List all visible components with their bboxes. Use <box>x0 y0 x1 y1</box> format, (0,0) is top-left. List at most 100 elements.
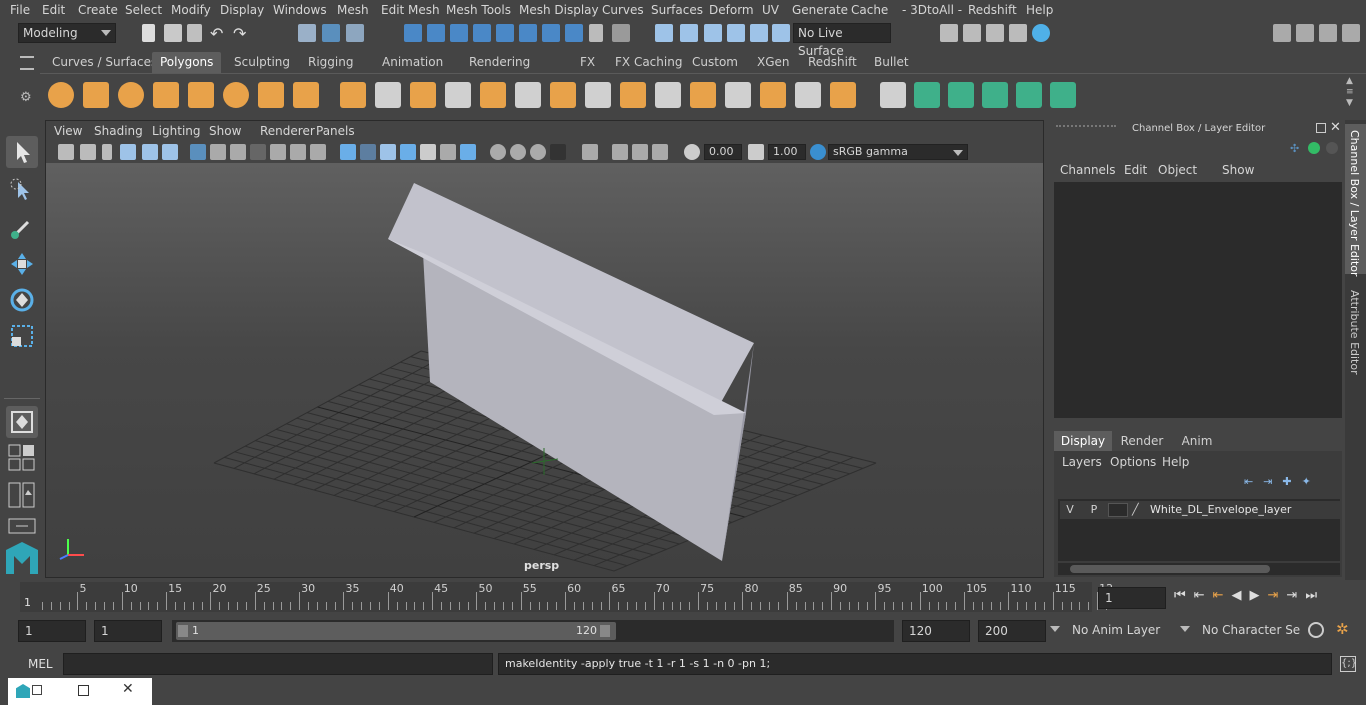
shelf-tab-sculpting[interactable]: Sculpting <box>226 52 298 73</box>
xray-icon[interactable] <box>420 144 436 160</box>
multi-cut-icon[interactable] <box>690 82 716 108</box>
snap-grid-icon[interactable] <box>404 24 422 42</box>
gamma-field[interactable]: 1.00 <box>768 144 806 160</box>
snap-to-point-icon[interactable] <box>704 24 722 42</box>
resolution-gate-icon[interactable] <box>230 144 246 160</box>
rotate-tool-icon[interactable] <box>6 284 38 316</box>
depth-of-field-icon[interactable] <box>550 144 566 160</box>
shelf-tab-fx-caching[interactable]: FX Caching <box>607 52 690 73</box>
anim-start-field[interactable]: 1 <box>18 620 86 642</box>
3d-viewport[interactable]: persp <box>46 163 1043 577</box>
viewport-menu-view[interactable]: View <box>54 124 82 138</box>
shelf-tab-fx[interactable]: FX <box>572 52 603 73</box>
redo-icon[interactable]: ↷ <box>233 24 251 43</box>
separate-icon[interactable] <box>375 82 401 108</box>
modeling-toolkit-icon[interactable] <box>1273 24 1291 42</box>
shelf-scroll-icon[interactable]: ▲ ≡ ▼ <box>1346 76 1358 112</box>
status-dot-icon[interactable] <box>1308 142 1320 154</box>
menu-item-select[interactable]: Select <box>125 3 162 17</box>
character-set-dropdown[interactable]: No Character Set <box>1196 620 1300 642</box>
shelf-tab-redshift[interactable]: Redshift <box>800 52 865 73</box>
layer-name[interactable]: White_DL_Envelope_layer <box>1150 501 1291 519</box>
select-component-icon[interactable] <box>346 24 364 42</box>
layer-tab-display[interactable]: Display <box>1054 431 1112 451</box>
playback-end-field[interactable]: 120 <box>902 620 970 642</box>
menu-item-modify[interactable]: Modify <box>171 3 211 17</box>
single-pane-layout-icon[interactable] <box>8 444 36 472</box>
append-icon[interactable] <box>655 82 681 108</box>
ambient-occlusion-icon[interactable] <box>490 144 506 160</box>
gear-icon[interactable]: ⚙ <box>20 90 34 105</box>
step-key-forward-icon[interactable]: ⇥ <box>1268 588 1287 603</box>
go-to-end-icon[interactable]: ⏭ <box>1305 588 1325 603</box>
bevel-icon[interactable] <box>620 82 646 108</box>
wireframe-on-shaded-icon[interactable] <box>380 144 396 160</box>
layer-tab-anim[interactable]: Anim <box>1172 431 1222 451</box>
step-back-icon[interactable]: ⇤ <box>1194 588 1213 603</box>
shelf-tab-xgen[interactable]: XGen <box>749 52 798 73</box>
live-surface-field[interactable]: No Live Surface <box>793 23 891 58</box>
hypershade-icon[interactable] <box>1032 24 1050 42</box>
menu-item-mesh-display[interactable]: Mesh Display <box>519 3 599 17</box>
offset-loop-icon[interactable] <box>880 82 906 108</box>
viewport-menu-renderer[interactable]: Renderer <box>260 124 315 138</box>
channel-box-toggle-icon[interactable] <box>1342 24 1360 42</box>
camera-lock-icon[interactable] <box>80 144 96 160</box>
scale-tool-icon[interactable] <box>6 320 38 352</box>
anim-end-field[interactable]: 200 <box>978 620 1046 642</box>
range-slider[interactable]: 1 120 <box>172 620 894 642</box>
menu-item-mesh[interactable]: Mesh <box>337 3 369 17</box>
menu-item-help[interactable]: Help <box>1026 3 1053 17</box>
safe-title-icon[interactable] <box>310 144 326 160</box>
playback-start-field[interactable]: 1 <box>94 620 162 642</box>
select-object-icon[interactable] <box>322 24 340 42</box>
play-forward-icon[interactable]: ▶ <box>1250 588 1268 603</box>
viewport-menu-shading[interactable]: Shading <box>94 124 143 138</box>
range-max-grip[interactable] <box>600 625 610 637</box>
extract-icon[interactable] <box>410 82 436 108</box>
ipr-render-icon[interactable] <box>986 24 1004 42</box>
menu-item-display[interactable]: Display <box>220 3 264 17</box>
menu-item-edit-mesh[interactable]: Edit Mesh <box>381 3 440 17</box>
motion-blur-icon[interactable] <box>510 144 526 160</box>
auto-key-icon[interactable] <box>1308 622 1324 638</box>
shelf-tab-animation[interactable]: Animation <box>374 52 451 73</box>
viewport-menu-show[interactable]: Show <box>209 124 241 138</box>
snap-curve-icon[interactable] <box>427 24 445 42</box>
field-chart-icon[interactable] <box>270 144 286 160</box>
plane-icon[interactable] <box>188 82 214 108</box>
circularize-icon[interactable] <box>948 82 974 108</box>
side-tab-attribute-editor[interactable]: Attribute Editor <box>1345 284 1366 384</box>
select-tool-icon[interactable] <box>6 136 38 168</box>
time-slider[interactable]: 1 5 10 15 20 25 30 35 40 45 50 55 60 65 70 75 80 85 90 95 1… <box>0 580 1366 616</box>
snap-surface-icon[interactable] <box>496 24 514 42</box>
shelf-menu-icon[interactable] <box>20 56 34 70</box>
step-key-back-icon[interactable]: ⇤ <box>1213 588 1232 603</box>
boolean-icon[interactable] <box>480 82 506 108</box>
channel-menu-edit[interactable]: Edit <box>1124 163 1147 177</box>
menu-item-mesh-tools[interactable]: Mesh Tools <box>446 3 511 17</box>
anim-layer-dropdown[interactable]: No Anim Layer <box>1066 620 1176 642</box>
exposure-icon[interactable] <box>684 144 700 160</box>
xray-active-icon[interactable] <box>632 144 648 160</box>
shelf-tab-polygons[interactable]: Polygons <box>152 52 222 73</box>
bookmark-icon[interactable] <box>102 144 112 160</box>
cube-icon[interactable] <box>83 82 109 108</box>
insert-loop-icon[interactable] <box>830 82 856 108</box>
anti-aliasing-icon[interactable] <box>530 144 546 160</box>
layer-menu-layers[interactable]: Layers <box>1062 455 1102 469</box>
viewport-menu-panels[interactable]: Panels <box>316 124 355 138</box>
layer-tab-render[interactable]: Render <box>1114 431 1170 451</box>
2d-pan-zoom-icon[interactable] <box>142 144 158 160</box>
render-view-icon[interactable] <box>963 24 981 42</box>
range-min-grip[interactable] <box>178 625 188 637</box>
snap-view-icon[interactable] <box>473 24 491 42</box>
pyramid-icon[interactable] <box>258 82 284 108</box>
torus-icon[interactable] <box>223 82 249 108</box>
play-back-icon[interactable]: ◀ <box>1232 588 1250 603</box>
snap-together-icon[interactable] <box>612 24 630 42</box>
channel-menu-channels[interactable]: Channels <box>1060 163 1116 177</box>
safe-action-icon[interactable] <box>290 144 306 160</box>
gamma-icon[interactable] <box>748 144 764 160</box>
color-management-icon[interactable] <box>810 144 826 160</box>
